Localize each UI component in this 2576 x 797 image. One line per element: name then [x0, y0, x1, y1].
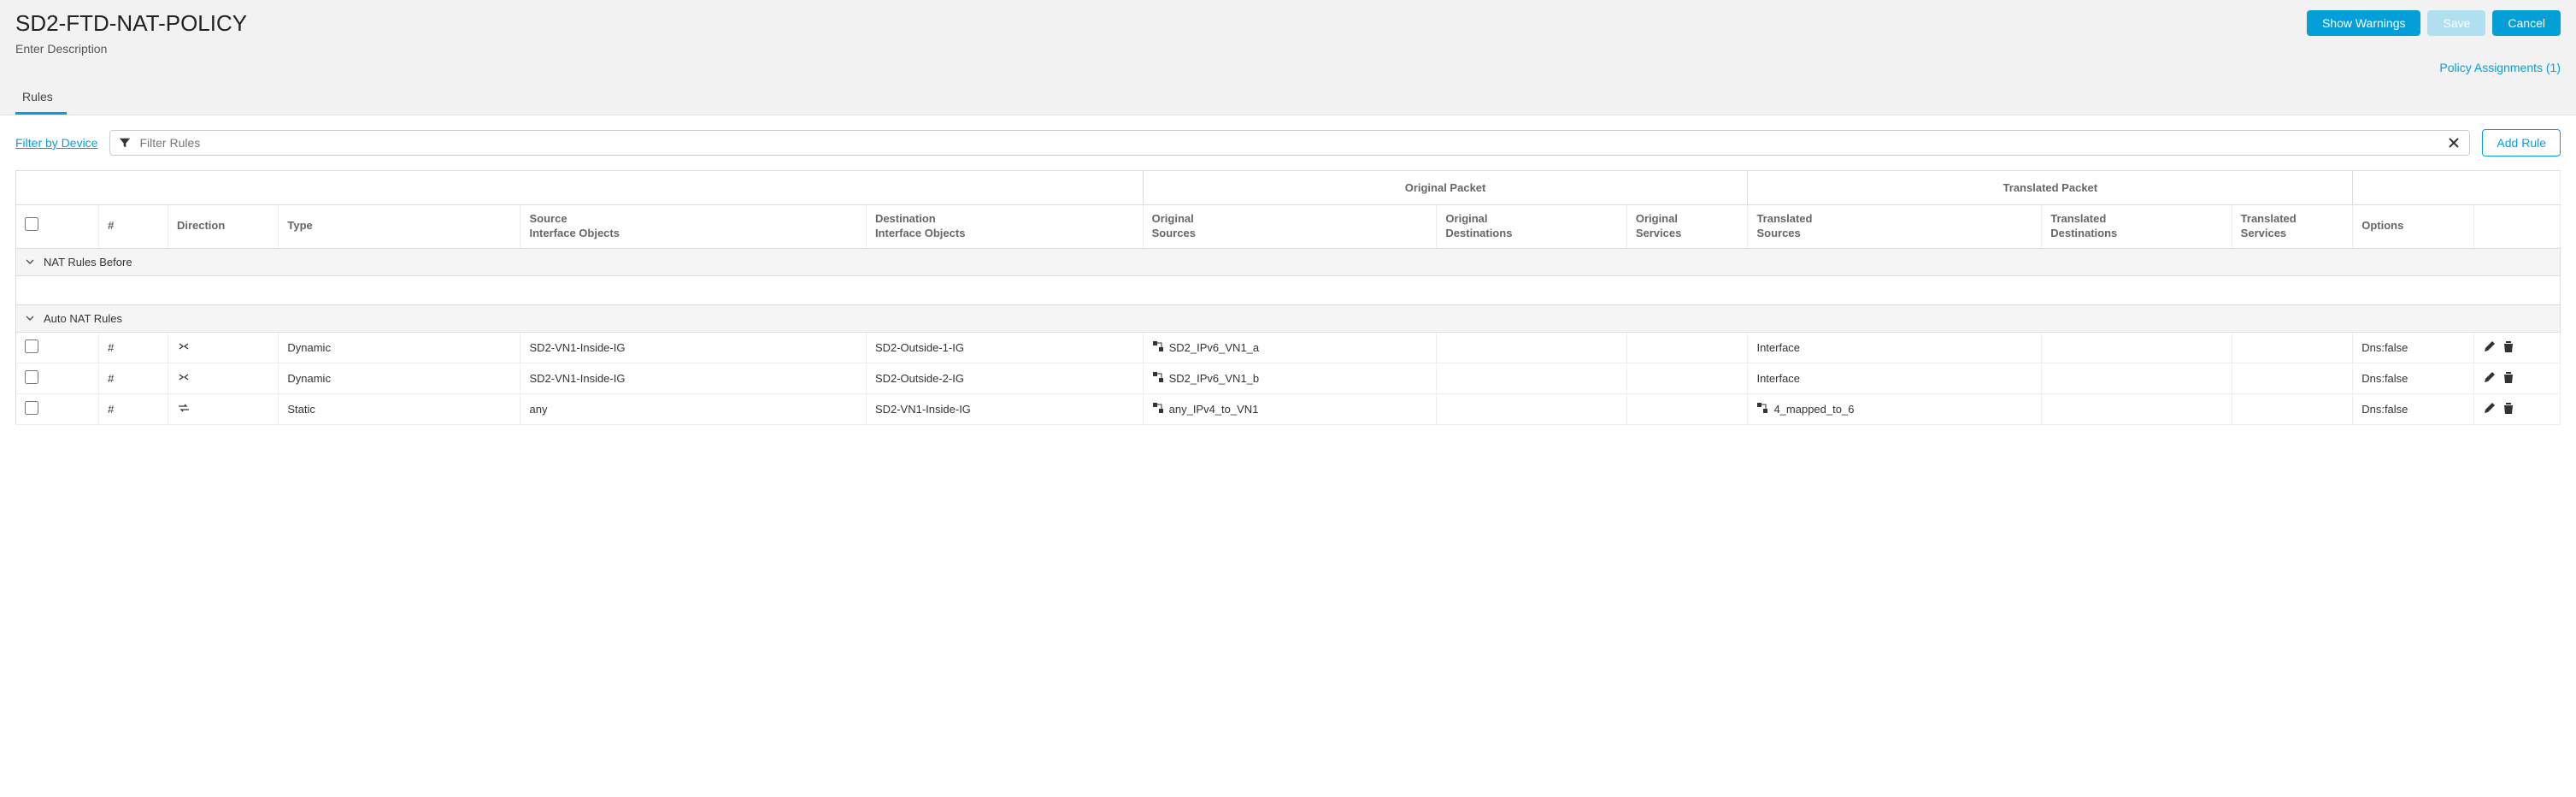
- row-type: Dynamic: [279, 363, 520, 393]
- row-tr-dst: [2042, 393, 2232, 424]
- chevron-down-icon: [25, 313, 35, 323]
- filter-by-device-link[interactable]: Filter by Device: [15, 136, 97, 150]
- row-src-if: any: [520, 393, 866, 424]
- network-object-icon: [1756, 402, 1768, 416]
- delete-icon[interactable]: [2502, 370, 2515, 387]
- row-tr-svc: [2232, 393, 2353, 424]
- row-orig-dst: [1437, 363, 1626, 393]
- row-checkbox[interactable]: [25, 370, 38, 384]
- row-orig-svc: [1626, 363, 1748, 393]
- cancel-button[interactable]: Cancel: [2492, 10, 2561, 36]
- row-tr-dst: [2042, 363, 2232, 393]
- policy-description[interactable]: Enter Description: [15, 42, 247, 56]
- network-object-icon: [1152, 402, 1164, 416]
- row-type: Static: [279, 393, 520, 424]
- col-orig-svc: Original Services: [1626, 205, 1748, 249]
- section-auto-nat[interactable]: Auto NAT Rules: [16, 304, 2561, 332]
- row-type: Dynamic: [279, 332, 520, 363]
- policy-title: SD2-FTD-NAT-POLICY: [15, 10, 247, 37]
- row-direction-icon: [168, 393, 278, 424]
- row-orig-dst: [1437, 332, 1626, 363]
- policy-assignments-link[interactable]: Policy Assignments (1): [2439, 61, 2561, 74]
- show-warnings-button[interactable]: Show Warnings: [2307, 10, 2421, 36]
- row-orig-src: any_IPv4_to_VN1: [1143, 393, 1437, 424]
- row-tr-svc: [2232, 332, 2353, 363]
- row-index: #: [99, 332, 168, 363]
- row-checkbox[interactable]: [25, 401, 38, 415]
- row-tr-dst: [2042, 332, 2232, 363]
- edit-icon[interactable]: [2483, 370, 2497, 387]
- col-tr-dst: Translated Destinations: [2042, 205, 2232, 249]
- save-button: Save: [2427, 10, 2485, 36]
- col-orig-src: Original Sources: [1143, 205, 1437, 249]
- col-type: Type: [279, 205, 520, 249]
- table-row[interactable]: # StaticanySD2-VN1-Inside-IGany_IPv4_to_V…: [16, 393, 2561, 424]
- row-checkbox[interactable]: [25, 339, 38, 353]
- row-tr-src: Interface: [1748, 332, 2042, 363]
- empty-row: [16, 275, 2561, 304]
- row-tr-src: 4_mapped_to_6: [1748, 393, 2042, 424]
- clear-filter-icon[interactable]: [2447, 136, 2461, 150]
- col-tr-svc: Translated Services: [2232, 205, 2353, 249]
- row-orig-svc: [1626, 332, 1748, 363]
- section-nat-before-label: NAT Rules Before: [44, 256, 132, 269]
- col-tr-src: Translated Sources: [1748, 205, 2042, 249]
- edit-icon[interactable]: [2483, 401, 2497, 417]
- chevron-down-icon: [25, 257, 35, 267]
- row-src-if: SD2-VN1-Inside-IG: [520, 363, 866, 393]
- col-select-all[interactable]: [16, 205, 99, 249]
- section-auto-nat-label: Auto NAT Rules: [44, 312, 122, 325]
- network-object-icon: [1152, 340, 1164, 355]
- section-nat-before[interactable]: NAT Rules Before: [16, 248, 2561, 275]
- col-src-if: Source Interface Objects: [520, 205, 866, 249]
- col-options: Options: [2353, 205, 2474, 249]
- edit-icon[interactable]: [2483, 339, 2497, 356]
- col-group-original: Original Packet: [1143, 171, 1748, 205]
- network-object-icon: [1152, 371, 1164, 386]
- row-dst-if: SD2-Outside-2-IG: [866, 363, 1143, 393]
- row-options: Dns:false: [2353, 363, 2474, 393]
- col-dst-if: Destination Interface Objects: [866, 205, 1143, 249]
- add-rule-button[interactable]: Add Rule: [2482, 129, 2561, 156]
- row-orig-dst: [1437, 393, 1626, 424]
- col-index: #: [99, 205, 168, 249]
- row-dst-if: SD2-Outside-1-IG: [866, 332, 1143, 363]
- row-tr-src: Interface: [1748, 363, 2042, 393]
- row-src-if: SD2-VN1-Inside-IG: [520, 332, 866, 363]
- row-tr-svc: [2232, 363, 2353, 393]
- col-direction: Direction: [168, 205, 278, 249]
- row-options: Dns:false: [2353, 393, 2474, 424]
- row-dst-if: SD2-VN1-Inside-IG: [866, 393, 1143, 424]
- row-options: Dns:false: [2353, 332, 2474, 363]
- tab-rules[interactable]: Rules: [15, 81, 67, 115]
- table-row[interactable]: # DynamicSD2-VN1-Inside-IGSD2-Outside-1-I…: [16, 332, 2561, 363]
- row-index: #: [99, 393, 168, 424]
- filter-input[interactable]: [139, 136, 2438, 150]
- row-index: #: [99, 363, 168, 393]
- row-direction-icon: [168, 332, 278, 363]
- filter-icon: [119, 137, 131, 149]
- row-direction-icon: [168, 363, 278, 393]
- col-group-translated: Translated Packet: [1748, 171, 2353, 205]
- row-orig-svc: [1626, 393, 1748, 424]
- nat-rules-table: Original Packet Translated Packet # Dire…: [15, 170, 2561, 425]
- filter-box[interactable]: [109, 130, 2470, 156]
- row-orig-src: SD2_IPv6_VN1_b: [1143, 363, 1437, 393]
- delete-icon[interactable]: [2502, 339, 2515, 356]
- col-orig-dst: Original Destinations: [1437, 205, 1626, 249]
- select-all-checkbox[interactable]: [25, 217, 38, 231]
- table-row[interactable]: # DynamicSD2-VN1-Inside-IGSD2-Outside-2-I…: [16, 363, 2561, 393]
- row-orig-src: SD2_IPv6_VN1_a: [1143, 332, 1437, 363]
- delete-icon[interactable]: [2502, 401, 2515, 417]
